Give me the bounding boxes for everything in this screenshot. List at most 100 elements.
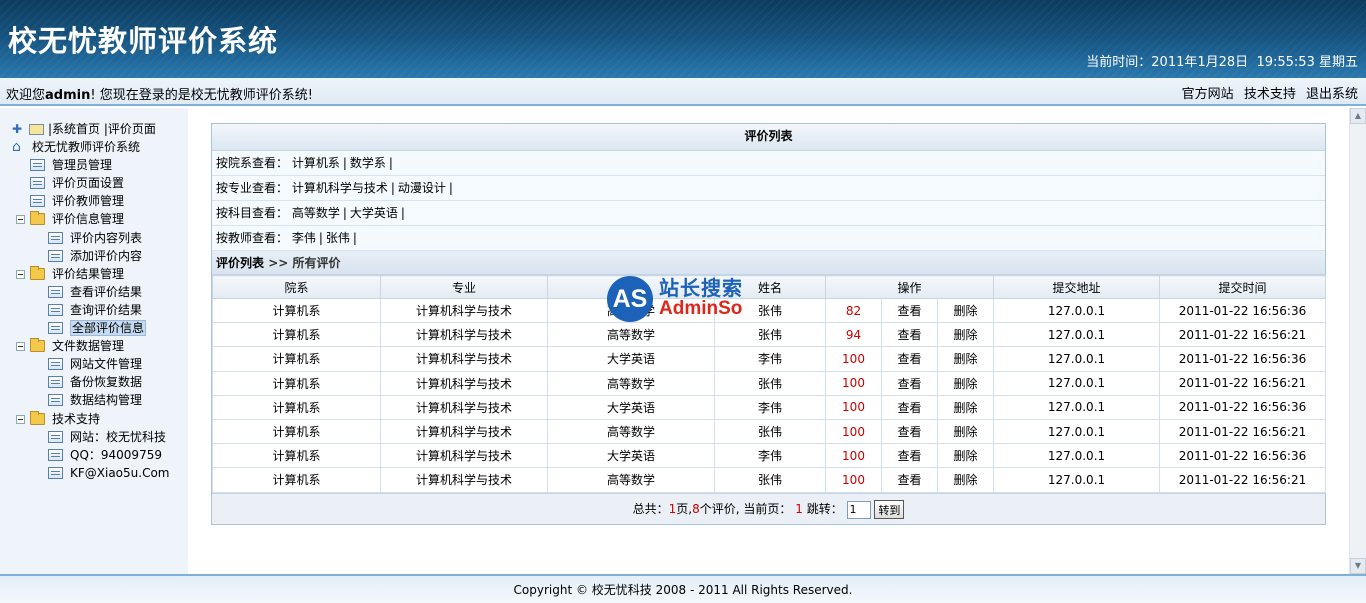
- sidebar-item[interactable]: 技术支持: [10, 410, 170, 428]
- view-link[interactable]: 查看: [897, 401, 921, 415]
- collapse-toggle-icon[interactable]: [16, 269, 25, 279]
- sidebar-item-label[interactable]: 网站文件管理: [70, 357, 142, 371]
- cell-score: 94: [825, 322, 882, 348]
- sidebar-item[interactable]: 评价结果管理: [10, 265, 170, 283]
- sidebar-item[interactable]: 文件数据管理: [10, 337, 170, 355]
- scroll-down-icon[interactable]: ▼: [1350, 558, 1366, 574]
- sidebar-item-label[interactable]: QQ：94009759: [70, 448, 162, 462]
- sidebar-item-label[interactable]: 数据结构管理: [70, 393, 142, 407]
- sidebar: ✚ |系统首页 |评价页面 ⌂ 校无忧教师评价系统 管理员管理 评价页面设置 评价教…: [0, 108, 188, 574]
- collapse-toggle-icon[interactable]: [16, 414, 25, 424]
- sidebar-item-label[interactable]: 添加评价内容: [70, 249, 142, 263]
- view-link[interactable]: 查看: [897, 328, 921, 342]
- expand-all-icon[interactable]: ✚: [12, 123, 26, 135]
- sidebar-item-label[interactable]: 评价信息管理: [52, 212, 124, 226]
- delete-link[interactable]: 删除: [954, 425, 978, 439]
- sidebar-item[interactable]: 查看评价结果: [10, 283, 170, 301]
- official-site-link[interactable]: 官方网站: [1182, 87, 1234, 102]
- sidebar-item[interactable]: 评价教师管理: [10, 192, 170, 210]
- delete-link[interactable]: 删除: [954, 449, 978, 463]
- sidebar-item[interactable]: 评价页面设置: [10, 174, 170, 192]
- sidebar-item-label[interactable]: 评价结果管理: [52, 267, 124, 281]
- sidebar-item[interactable]: 评价内容列表: [10, 229, 170, 247]
- cell-teacher: 李伟: [714, 346, 826, 372]
- collapse-all-icon[interactable]: [29, 124, 44, 135]
- document-icon: [48, 448, 63, 461]
- scroll-up-icon[interactable]: ▲: [1350, 108, 1366, 124]
- sidebar-item-label[interactable]: 评价内容列表: [70, 231, 142, 245]
- document-icon: [48, 249, 63, 262]
- sidebar-item-label[interactable]: 查询评价结果: [70, 303, 142, 317]
- delete-link[interactable]: 删除: [954, 377, 978, 391]
- sidebar-item-label[interactable]: 全部评价信息: [70, 320, 147, 337]
- tech-support-link[interactable]: 技术支持: [1244, 87, 1296, 102]
- sidebar-item-label[interactable]: KF@Xiao5u.Com: [70, 466, 170, 480]
- delete-link[interactable]: 删除: [954, 401, 978, 415]
- delete-link[interactable]: 删除: [954, 473, 978, 487]
- sidebar-item[interactable]: 添加评价内容: [10, 247, 170, 265]
- filter-option[interactable]: 李伟: [292, 231, 316, 245]
- sidebar-item[interactable]: 网站文件管理: [10, 355, 170, 373]
- collapse-toggle-icon[interactable]: [16, 215, 25, 225]
- cell-time: 2011-01-22 16:56:36: [1159, 297, 1327, 324]
- sidebar-item[interactable]: 数据结构管理: [10, 391, 170, 409]
- nav-tree: ✚ |系统首页 |评价页面 ⌂ 校无忧教师评价系统 管理员管理 评价页面设置 评价教…: [10, 120, 170, 482]
- sidebar-item[interactable]: 网站：校无忧科技: [10, 428, 170, 446]
- sidebar-root[interactable]: ⌂ 校无忧教师评价系统: [10, 138, 170, 156]
- sidebar-item-label[interactable]: 备份恢复数据: [70, 375, 142, 389]
- sidebar-item[interactable]: 备份恢复数据: [10, 373, 170, 391]
- cell-action: 查看: [881, 297, 938, 324]
- filter-option[interactable]: 动漫设计: [398, 181, 446, 195]
- logout-link[interactable]: 退出系统: [1306, 87, 1358, 102]
- sidebar-item-label[interactable]: 查看评价结果: [70, 285, 142, 299]
- sidebar-item-label[interactable]: 技术支持: [52, 412, 100, 426]
- footer: Copyright © 校无忧科技 2008 - 2011 All Rights…: [0, 574, 1366, 603]
- sidebar-item-label[interactable]: 评价页面设置: [52, 176, 124, 190]
- sidebar-item[interactable]: 评价信息管理: [10, 210, 170, 228]
- sidebar-item-label[interactable]: 评价教师管理: [52, 194, 124, 208]
- filter-option[interactable]: 计算机系: [292, 156, 340, 170]
- sidebar-item[interactable]: 管理员管理: [10, 156, 170, 174]
- view-link[interactable]: 查看: [897, 377, 921, 391]
- vertical-scrollbar[interactable]: ▲ ▼: [1349, 108, 1366, 574]
- cell-action: 查看: [881, 418, 938, 445]
- view-link[interactable]: 查看: [897, 304, 921, 318]
- sidebar-item-label[interactable]: 管理员管理: [52, 158, 112, 172]
- cell-major: 计算机科学与技术: [380, 322, 548, 348]
- page-jump-input[interactable]: [846, 500, 871, 519]
- cell-time: 2011-01-22 16:56:21: [1159, 418, 1327, 445]
- filter-option[interactable]: 张伟: [326, 231, 350, 245]
- cell-teacher: 张伟: [714, 322, 826, 348]
- delete-link[interactable]: 删除: [954, 304, 978, 318]
- view-link[interactable]: 查看: [897, 473, 921, 487]
- separator: |: [342, 206, 347, 220]
- filter-option[interactable]: 数学系: [350, 156, 386, 170]
- view-link[interactable]: 查看: [897, 425, 921, 439]
- sidebar-item-label[interactable]: 文件数据管理: [52, 339, 124, 353]
- app-header: 校无忧教师评价系统 当前时间：2011年1月28日 19:55:53 星期五: [0, 0, 1366, 78]
- separator: |: [342, 156, 347, 170]
- filter-option[interactable]: 计算机科学与技术: [292, 181, 388, 195]
- table-row: 计算机系 计算机科学与技术 高等数学 张伟 100 查看 删除 127.0.0.1 2011-0…: [212, 418, 1327, 445]
- sidebar-link-home[interactable]: 系统首页: [52, 122, 100, 136]
- sidebar-item-label[interactable]: 网站：校无忧科技: [70, 430, 166, 444]
- cell-time: 2011-01-22 16:56:21: [1159, 322, 1327, 348]
- collapse-toggle-icon[interactable]: [16, 342, 25, 352]
- filter-option[interactable]: 高等数学: [292, 206, 340, 220]
- view-link[interactable]: 查看: [897, 449, 921, 463]
- cell-subject: 高等数学: [547, 467, 715, 493]
- sidebar-item[interactable]: 查询评价结果: [10, 301, 170, 319]
- sidebar-root-label[interactable]: 校无忧教师评价系统: [32, 140, 140, 154]
- delete-link[interactable]: 删除: [954, 352, 978, 366]
- sidebar-item[interactable]: QQ：94009759: [10, 446, 170, 464]
- clock-date: 2011年1月28日: [1151, 55, 1249, 70]
- sidebar-item[interactable]: KF@Xiao5u.Com: [10, 464, 170, 482]
- view-link[interactable]: 查看: [897, 352, 921, 366]
- go-button[interactable]: 转到: [874, 500, 905, 519]
- delete-link[interactable]: 删除: [954, 328, 978, 342]
- sidebar-link-evaluation-page[interactable]: 评价页面: [108, 122, 156, 136]
- filter-option[interactable]: 大学英语: [350, 206, 398, 220]
- cell-subject: 大学英语: [547, 443, 715, 469]
- sidebar-item[interactable]: 全部评价信息: [10, 319, 170, 337]
- filter-label: 按专业查看：: [216, 181, 289, 195]
